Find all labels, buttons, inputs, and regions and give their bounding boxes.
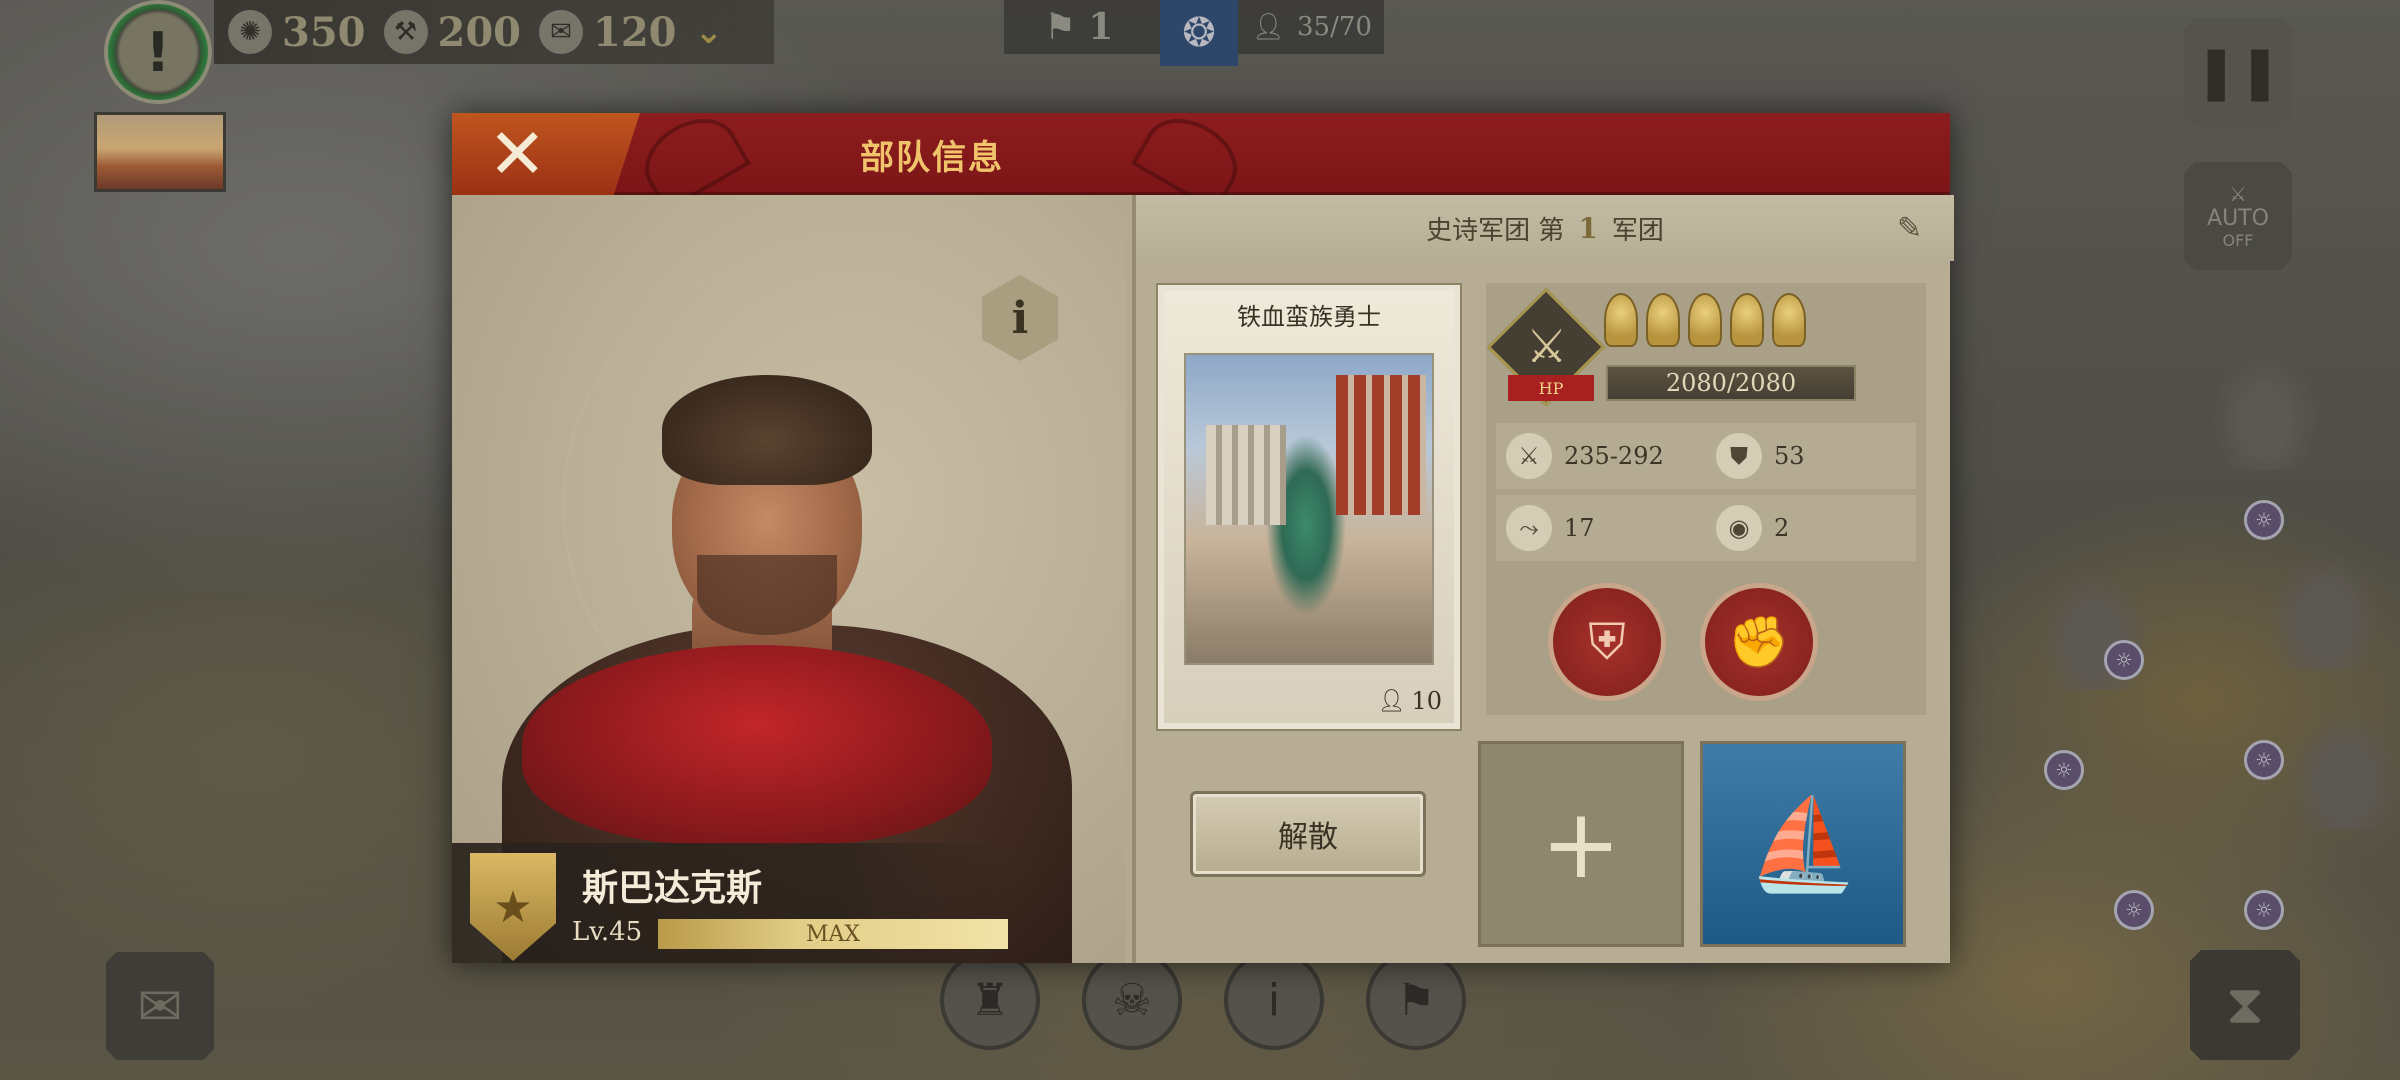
attack-stat: ⚔ 235-292 [1506, 433, 1664, 479]
hammer-icon: ⚒ [383, 10, 428, 54]
strength-skill-icon[interactable]: ✊ [1700, 583, 1818, 701]
turn-status-bar: ⚑ 1 ❂ 👤︎ 35/70 [1004, 0, 1384, 66]
crossed-swords-icon: ⚔ [2229, 182, 2247, 206]
resource-value: 350 [282, 8, 366, 56]
close-icon: ✕ [488, 113, 547, 195]
hero-name: 斯巴达克斯 [582, 867, 763, 909]
armor-icon: ⛊ [1716, 433, 1762, 479]
unit-card-name: 铁血蛮族勇士 [1237, 303, 1381, 331]
unit-star-rating [1604, 293, 1806, 347]
disband-button[interactable]: 解散 [1190, 791, 1426, 877]
person-icon: 👤︎ [1377, 688, 1406, 714]
legion-suffix: 军团 [1611, 215, 1664, 246]
legion-pane: 史诗军团 第 1 军团 ✎ 铁血蛮族勇士 👤︎ 10 解散 ⚔ HP 2080/… [1132, 195, 1954, 963]
armor-value: 53 [1774, 442, 1805, 470]
hp-bar: 2080/2080 [1606, 365, 1856, 401]
resource-value: 120 [593, 8, 677, 56]
edit-icon[interactable]: ✎ [1897, 211, 1922, 246]
movement-value: 17 [1564, 514, 1595, 542]
helmet-star-icon [1730, 293, 1764, 347]
bottom-action-bar: ♜ ☠ i ⚑ [940, 950, 1466, 1050]
resource-bar: ✺ 350 ⚒ 200 ✉ 120 ⌄ [214, 0, 774, 64]
end-turn-button[interactable]: ⧗ [2190, 950, 2300, 1060]
plus-icon: + [1540, 788, 1622, 900]
boot-icon: ⤳ [1506, 505, 1552, 551]
pause-button[interactable]: ❚❚ [2184, 18, 2292, 126]
stat-row: ⚔ 235-292 ⛊ 53 [1496, 423, 1916, 489]
hp-value: 2080/2080 [1665, 369, 1797, 397]
turn-counter: ⚑ 1 [1004, 6, 1160, 48]
helmet-star-icon [1604, 293, 1638, 347]
resource-value: 200 [437, 8, 522, 56]
eye-icon: ◉ [1716, 505, 1762, 551]
ship-icon: ⛵ [1746, 791, 1860, 897]
city-icon[interactable]: ♜ [940, 950, 1040, 1050]
exclamation-icon: ! [145, 20, 171, 84]
info-icon[interactable]: i [1224, 950, 1324, 1050]
unit-card[interactable]: 铁血蛮族勇士 👤︎ 10 [1158, 285, 1460, 729]
add-unit-slot[interactable]: + [1478, 741, 1684, 947]
population-counter: 👤︎ 35/70 [1238, 12, 1372, 42]
helmet-star-icon [1646, 293, 1680, 347]
unit-count-value: 10 [1411, 687, 1442, 715]
portrait-beard [697, 555, 837, 635]
shield-wall-skill-icon[interactable]: ⛨ [1548, 583, 1666, 701]
hp-ribbon: HP [1508, 375, 1594, 401]
level-progress-bar: MAX [658, 919, 1008, 949]
skull-icon[interactable]: ☠ [1082, 950, 1182, 1050]
scroll-icon: ✉ [137, 974, 183, 1038]
alert-button[interactable]: ! [104, 0, 212, 104]
resource-coins: ✺ 350 [228, 9, 366, 56]
scroll-icon: ✉ [539, 10, 583, 54]
hero-level: Lv.45 [572, 917, 643, 947]
unit-stats-panel: ⚔ HP 2080/2080 ⚔ 235-292 ⛊ 53 ⤳ 17 ◉ 2 ⛨… [1486, 283, 1926, 715]
info-icon: i [1011, 292, 1029, 344]
portrait-scarf [522, 645, 992, 845]
chevron-down-icon[interactable]: ⌄ [695, 12, 724, 52]
faction-emblem-icon[interactable]: ❂ [1160, 0, 1238, 66]
armor-stat: ⛊ 53 [1716, 433, 1805, 479]
laurel-coin-icon: ✺ [228, 10, 272, 54]
attack-value: 235-292 [1564, 442, 1664, 470]
legion-number: 1 [1578, 211, 1598, 245]
portrait-hair [662, 375, 872, 485]
vision-stat: ◉ 2 [1716, 505, 1789, 551]
vision-value: 2 [1774, 514, 1790, 542]
unit-card-image [1184, 353, 1434, 665]
auto-label: AUTO [2207, 206, 2269, 231]
turn-value: 1 [1088, 6, 1114, 48]
population-value: 35/70 [1297, 12, 1372, 42]
level-bar-label: MAX [805, 921, 861, 947]
unit-card-count: 👤︎ 10 [1378, 687, 1442, 715]
helmet-star-icon [1772, 293, 1806, 347]
ship-slot[interactable]: ⛵ [1700, 741, 1906, 947]
resource-hammer: ⚒ 200 [383, 8, 522, 56]
scroll-menu-button[interactable]: ✉ [106, 952, 214, 1060]
hero-pane: i ★ 斯巴达克斯 Lv.45 MAX [452, 195, 1126, 963]
hp-label: HP [1538, 378, 1564, 398]
legion-prefix: 史诗军团 第 [1426, 215, 1565, 246]
disband-label: 解散 [1278, 820, 1338, 855]
auto-battle-button[interactable]: ⚔ AUTO OFF [2184, 162, 2292, 270]
resource-scroll: ✉ 120 [539, 9, 677, 56]
terrain-thumbnail[interactable] [94, 112, 226, 192]
unit-info-dialog: 部队信息 ✕ i ★ 斯巴达克斯 Lv.45 MAX 史诗军团 第 1 军团 ✎… [452, 113, 1954, 963]
flag-icon: ⚑ [1044, 6, 1077, 48]
map-icon[interactable]: ⚑ [1366, 950, 1466, 1050]
close-button[interactable]: ✕ [452, 113, 640, 195]
pause-icon: ❚❚ [2194, 42, 2282, 102]
helmet-star-icon [1688, 293, 1722, 347]
person-icon: 👤︎ [1252, 12, 1286, 42]
sword-icon: ⚔ [1526, 319, 1568, 373]
movement-stat: ⤳ 17 [1506, 505, 1595, 551]
attack-icon: ⚔ [1506, 433, 1552, 479]
auto-state: OFF [2222, 231, 2254, 250]
hourglass-icon: ⧗ [2226, 973, 2264, 1036]
legion-header: 史诗军团 第 1 军团 [1136, 195, 1954, 261]
stat-row: ⤳ 17 ◉ 2 [1496, 495, 1916, 561]
